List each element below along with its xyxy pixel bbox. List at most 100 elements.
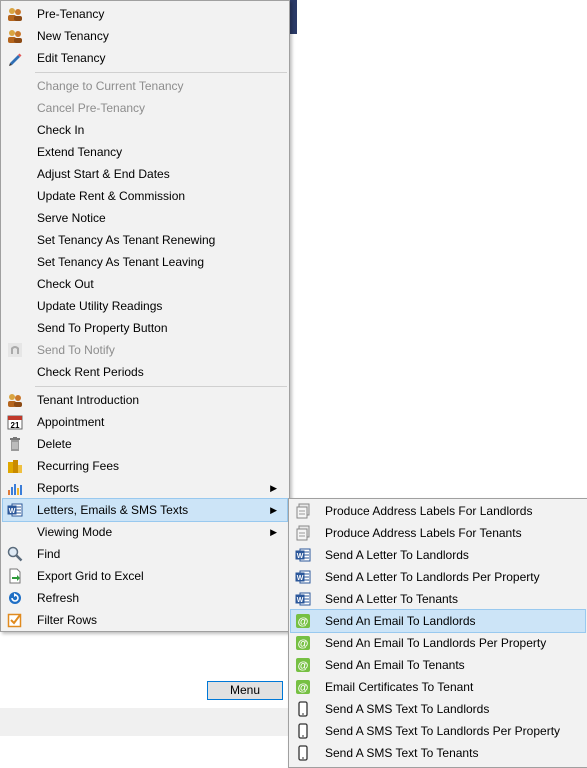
letters-emails-sms-submenu: Produce Address Labels For Landlords Prod… xyxy=(288,498,587,768)
menu-item-label: Check Out xyxy=(37,277,94,291)
trash-icon xyxy=(7,436,23,452)
menu-item-reports[interactable]: Reports ▶ xyxy=(3,477,287,499)
menu-item-find[interactable]: Find xyxy=(3,543,287,565)
menu-item-label: Check Rent Periods xyxy=(37,365,144,379)
menu-item-label: Refresh xyxy=(37,591,80,605)
background-window-strip xyxy=(289,0,297,34)
refresh-icon xyxy=(7,590,23,606)
menu-item-label: Send An Email To Landlords Per Property xyxy=(325,636,547,650)
menu-item-label: Appointment xyxy=(37,415,105,429)
menu-item-label: Letters, Emails & SMS Texts xyxy=(37,503,189,517)
submenu-arrow-icon: ▶ xyxy=(270,527,277,537)
menu-item-label: Recurring Fees xyxy=(37,459,120,473)
menu-item-label: Send A SMS Text To Tenants xyxy=(325,746,479,760)
menu-item-refresh[interactable]: Refresh xyxy=(3,587,287,609)
background-toolbar-band xyxy=(0,708,289,736)
menu-item-recurring-fees[interactable]: Recurring Fees xyxy=(3,455,287,477)
people-icon xyxy=(7,28,23,44)
menu-button[interactable]: Menu xyxy=(207,681,283,700)
menu-item-cancel-pre-tenancy: Cancel Pre-Tenancy xyxy=(3,97,287,119)
menu-item-update-utility-readings[interactable]: Update Utility Readings xyxy=(3,295,287,317)
word-icon: W xyxy=(295,591,311,607)
word-icon: W xyxy=(295,547,311,563)
phone-icon xyxy=(295,701,311,717)
menu-item-pre-tenancy[interactable]: Pre-Tenancy xyxy=(3,3,287,25)
menu-separator xyxy=(35,72,287,73)
menu-item-label: Update Rent & Commission xyxy=(37,189,186,203)
menu-item-check-in[interactable]: Check In xyxy=(3,119,287,141)
menu-item-send-an-email-to-landlords[interactable]: @ Send An Email To Landlords xyxy=(290,609,586,633)
menu-item-send-to-property-button[interactable]: Send To Property Button xyxy=(3,317,287,339)
menu-item-label: Email Certificates To Tenant xyxy=(325,680,474,694)
menu-item-label: Extend Tenancy xyxy=(37,145,123,159)
menu-item-send-a-sms-text-to-landlords[interactable]: Send A SMS Text To Landlords xyxy=(291,698,585,720)
menu-item-send-a-letter-to-landlords[interactable]: W Send A Letter To Landlords xyxy=(291,544,585,566)
menu-item-label: Send A Letter To Landlords Per Property xyxy=(325,570,540,584)
menu-item-check-rent-periods[interactable]: Check Rent Periods xyxy=(3,361,287,383)
svg-text:@: @ xyxy=(298,660,309,672)
menu-item-send-a-sms-text-to-landlords-per-property[interactable]: Send A SMS Text To Landlords Per Propert… xyxy=(291,720,585,742)
phone-icon xyxy=(295,723,311,739)
submenu-arrow-icon: ▶ xyxy=(270,505,277,515)
menu-item-tenant-introduction[interactable]: Tenant Introduction xyxy=(3,389,287,411)
menu-item-adjust-start-end-dates[interactable]: Adjust Start & End Dates xyxy=(3,163,287,185)
notify-icon xyxy=(7,342,23,358)
menu-item-produce-address-labels-for-tenants[interactable]: Produce Address Labels For Tenants xyxy=(291,522,585,544)
menu-item-serve-notice[interactable]: Serve Notice xyxy=(3,207,287,229)
menu-item-edit-tenancy[interactable]: Edit Tenancy xyxy=(3,47,287,69)
phone-icon xyxy=(295,745,311,761)
menu-item-letters-emails-sms-texts[interactable]: W Letters, Emails & SMS Texts ▶ xyxy=(2,498,288,522)
menu-item-set-tenancy-as-tenant-renewing[interactable]: Set Tenancy As Tenant Renewing xyxy=(3,229,287,251)
menu-item-label: Send A SMS Text To Landlords xyxy=(325,702,490,716)
svg-text:W: W xyxy=(9,508,16,515)
svg-text:21: 21 xyxy=(11,421,20,430)
submenu-arrow-icon: ▶ xyxy=(270,483,277,493)
coins-icon xyxy=(7,458,23,474)
svg-text:@: @ xyxy=(298,638,309,650)
menu-item-produce-address-labels-for-landlords[interactable]: Produce Address Labels For Landlords xyxy=(291,500,585,522)
menu-item-label: Produce Address Labels For Tenants xyxy=(325,526,522,540)
menu-item-check-out[interactable]: Check Out xyxy=(3,273,287,295)
menu-item-filter-rows[interactable]: Filter Rows xyxy=(3,609,287,631)
menu-item-set-tenancy-as-tenant-leaving[interactable]: Set Tenancy As Tenant Leaving xyxy=(3,251,287,273)
menu-item-label: Edit Tenancy xyxy=(37,51,106,65)
export-icon xyxy=(7,568,23,584)
menu-item-label: Send To Property Button xyxy=(37,321,168,335)
svg-text:@: @ xyxy=(298,682,309,694)
svg-text:W: W xyxy=(297,553,304,560)
people-icon xyxy=(7,392,23,408)
word-icon: W xyxy=(7,502,23,518)
svg-text:@: @ xyxy=(298,616,309,628)
menu-item-label: Send An Email To Tenants xyxy=(325,658,465,672)
context-menu: Pre-Tenancy New Tenancy Edit Tenancy Change… xyxy=(0,0,290,632)
menu-item-label: Send A Letter To Tenants xyxy=(325,592,458,606)
menu-item-send-to-notify: Send To Notify xyxy=(3,339,287,361)
menu-item-send-a-letter-to-landlords-per-property[interactable]: W Send A Letter To Landlords Per Property xyxy=(291,566,585,588)
menu-item-label: Cancel Pre-Tenancy xyxy=(37,101,146,115)
menu-item-send-an-email-to-tenants[interactable]: @ Send An Email To Tenants xyxy=(291,654,585,676)
menu-item-label: Reports xyxy=(37,481,80,495)
menu-item-label: Set Tenancy As Tenant Renewing xyxy=(37,233,216,247)
filter-checkbox-icon xyxy=(7,612,23,628)
menu-item-label: New Tenancy xyxy=(37,29,109,43)
menu-item-email-certificates-to-tenant[interactable]: @ Email Certificates To Tenant xyxy=(291,676,585,698)
menu-item-send-an-email-to-landlords-per-property[interactable]: @ Send An Email To Landlords Per Property xyxy=(291,632,585,654)
menu-item-label: Update Utility Readings xyxy=(37,299,163,313)
menu-item-new-tenancy[interactable]: New Tenancy xyxy=(3,25,287,47)
menu-item-label: Adjust Start & End Dates xyxy=(37,167,170,181)
menu-item-update-rent-commission[interactable]: Update Rent & Commission xyxy=(3,185,287,207)
menu-item-delete[interactable]: Delete xyxy=(3,433,287,455)
svg-text:W: W xyxy=(297,597,304,604)
menu-item-appointment[interactable]: 21 Appointment xyxy=(3,411,287,433)
menu-item-label: Produce Address Labels For Landlords xyxy=(325,504,533,518)
label-icon xyxy=(295,525,311,541)
email-icon: @ xyxy=(295,679,311,695)
menu-item-export-grid-to-excel[interactable]: Export Grid to Excel xyxy=(3,565,287,587)
calendar-icon: 21 xyxy=(7,414,23,430)
menu-item-viewing-mode[interactable]: Viewing Mode ▶ xyxy=(3,521,287,543)
menu-item-send-a-letter-to-tenants[interactable]: W Send A Letter To Tenants xyxy=(291,588,585,610)
email-icon: @ xyxy=(295,635,311,651)
svg-text:W: W xyxy=(297,575,304,582)
menu-item-extend-tenancy[interactable]: Extend Tenancy xyxy=(3,141,287,163)
menu-item-send-a-sms-text-to-tenants[interactable]: Send A SMS Text To Tenants xyxy=(291,742,585,764)
